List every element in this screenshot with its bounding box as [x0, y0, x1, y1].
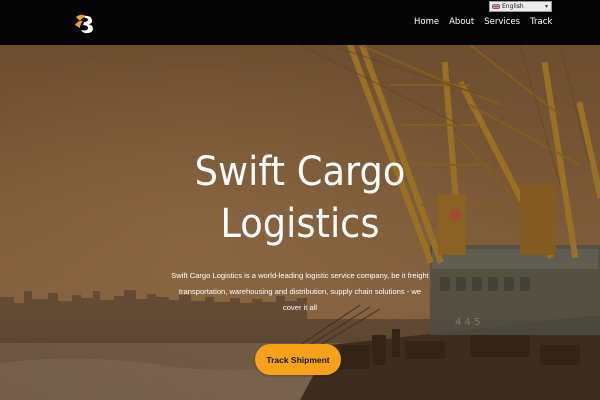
hero-title-line-1: Swift Cargo — [194, 149, 406, 195]
language-select-value: English — [502, 3, 524, 10]
hero-description: Swift Cargo Logistics is a world-leading… — [170, 268, 430, 316]
nav-item-about[interactable]: About — [449, 17, 474, 27]
nav-item-home[interactable]: Home — [414, 17, 439, 27]
nav-item-track[interactable]: Track — [530, 17, 552, 27]
nav-item-services[interactable]: Services — [484, 17, 520, 27]
page: 4 4 5 Home About Services Track English … — [0, 0, 600, 400]
chevron-down-icon: ▾ — [544, 3, 548, 10]
language-select[interactable]: English ▾ — [489, 1, 552, 12]
site-header: Home About Services Track English ▾ — [0, 0, 600, 45]
hero-title: Swift Cargo Logistics — [162, 146, 438, 250]
hero-description-line-3: cover it all — [282, 303, 318, 312]
track-shipment-button[interactable]: Track Shipment — [255, 344, 341, 375]
hero-title-line-2: Logistics — [220, 201, 380, 247]
main-navigation: Home About Services Track — [414, 17, 552, 27]
uk-flag-icon — [492, 4, 500, 9]
hero-description-line-2: transportation, warehousing and distribu… — [178, 287, 422, 296]
swift-cargo-logo-icon[interactable] — [74, 12, 96, 34]
hero-description-line-1: Swift Cargo Logistics is a world-leading… — [171, 271, 429, 280]
